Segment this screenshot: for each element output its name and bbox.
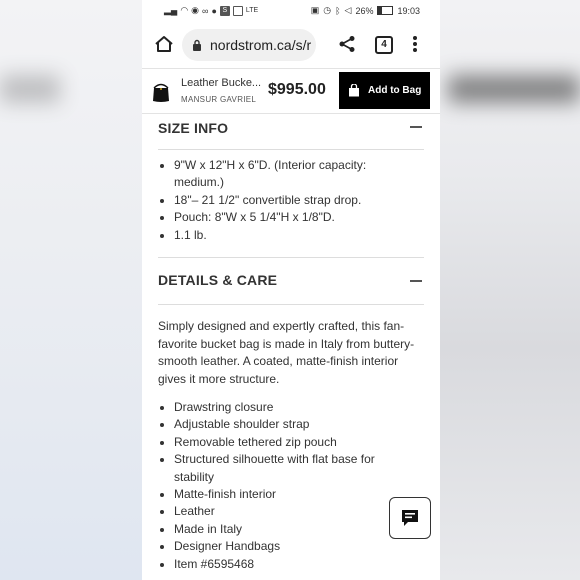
list-item: 18"– 21 1/2" convertible strap drop. <box>174 192 394 209</box>
clock: 19:03 <box>397 5 420 16</box>
product-description: Simply designed and expertly crafted, th… <box>158 319 415 386</box>
link-icon: ∞ <box>202 5 209 16</box>
signal-icon: ▂▄ <box>164 5 178 15</box>
product-price: $995.00 <box>268 81 326 98</box>
details-care-title: DETAILS & CARE <box>158 272 278 288</box>
list-item: Structured silhouette with flat base for… <box>174 451 394 486</box>
bluetooth-icon: ᛒ <box>335 5 341 16</box>
list-item: Leather <box>174 503 394 520</box>
browser-toolbar: nordstrom.ca/s/r 4 <box>142 26 440 62</box>
chat-bubble-icon: ● <box>211 5 217 16</box>
list-item: Removable tethered zip pouch <box>174 434 394 451</box>
share-icon[interactable] <box>338 35 356 53</box>
size-info-header[interactable]: SIZE INFO <box>158 112 424 150</box>
list-item: Matte-finish interior <box>174 486 394 503</box>
product-thumbnail <box>153 83 169 102</box>
shopping-bag-icon <box>349 84 359 97</box>
size-info-list: 9"W x 12"H x 6"D. (Interior capacity: me… <box>158 157 394 244</box>
sticky-product-bar: Leather Bucke... MANSUR GAVRIEL $995.00 … <box>142 68 440 114</box>
chat-button[interactable] <box>389 497 431 539</box>
list-item: Pouch: 8"W x 5 1/4"H x 1/8"D. <box>174 209 394 226</box>
status-left: ▂▄ ◠ ◉ ∞ ● S LTE <box>164 5 258 16</box>
chat-icon <box>402 510 418 526</box>
details-list: Drawstring closure Adjustable shoulder s… <box>158 399 394 573</box>
size-info-title: SIZE INFO <box>158 120 229 136</box>
eye-icon: ◉ <box>191 5 200 15</box>
list-item: Item #6595468 <box>174 556 394 573</box>
add-to-bag-label: Add to Bag <box>368 85 422 96</box>
list-item: 9"W x 12"H x 6"D. (Interior capacity: me… <box>174 157 394 192</box>
phone-screen: ▂▄ ◠ ◉ ∞ ● S LTE ▣ ◷ ᛒ ◁ 26% 19:03 nords… <box>142 0 440 580</box>
list-item: Designer Handbags <box>174 538 394 555</box>
background-blur-right <box>448 75 580 103</box>
details-care-header[interactable]: DETAILS & CARE <box>158 257 424 305</box>
image-icon <box>232 5 243 16</box>
product-name[interactable]: Leather Bucke... <box>181 77 261 89</box>
address-bar[interactable]: nordstrom.ca/s/r <box>182 29 316 61</box>
wifi-icon: ◠ <box>180 5 189 15</box>
nfc-icon: ▣ <box>310 5 320 15</box>
url-text: nordstrom.ca/s/r <box>210 37 312 53</box>
home-icon[interactable] <box>154 35 174 53</box>
app-badge-icon: S <box>219 5 230 16</box>
status-right: ▣ ◷ ᛒ ◁ 26% 19:03 <box>311 5 420 16</box>
add-to-bag-button[interactable]: Add to Bag <box>339 72 430 109</box>
background-blur-left <box>0 75 60 103</box>
battery-percent: 26% <box>355 5 374 16</box>
alarm-icon: ◷ <box>323 5 332 15</box>
status-bar: ▂▄ ◠ ◉ ∞ ● S LTE ▣ ◷ ᛒ ◁ 26% 19:03 <box>142 0 440 20</box>
list-item: Made in Italy <box>174 521 394 538</box>
lock-icon <box>193 39 201 51</box>
battery-icon <box>377 6 394 15</box>
tab-switcher-button[interactable]: 4 <box>375 36 393 54</box>
overflow-menu-icon[interactable] <box>412 35 418 53</box>
status-left-text: LTE <box>245 7 259 14</box>
collapse-minus-icon <box>410 126 422 128</box>
list-item: Adjustable shoulder strap <box>174 416 394 433</box>
product-brand: MANSUR GAVRIEL <box>181 95 257 104</box>
collapse-minus-icon <box>410 280 422 282</box>
list-item: 1.1 lb. <box>174 227 394 244</box>
mute-icon: ◁ <box>344 5 352 15</box>
list-item: Drawstring closure <box>174 399 394 416</box>
